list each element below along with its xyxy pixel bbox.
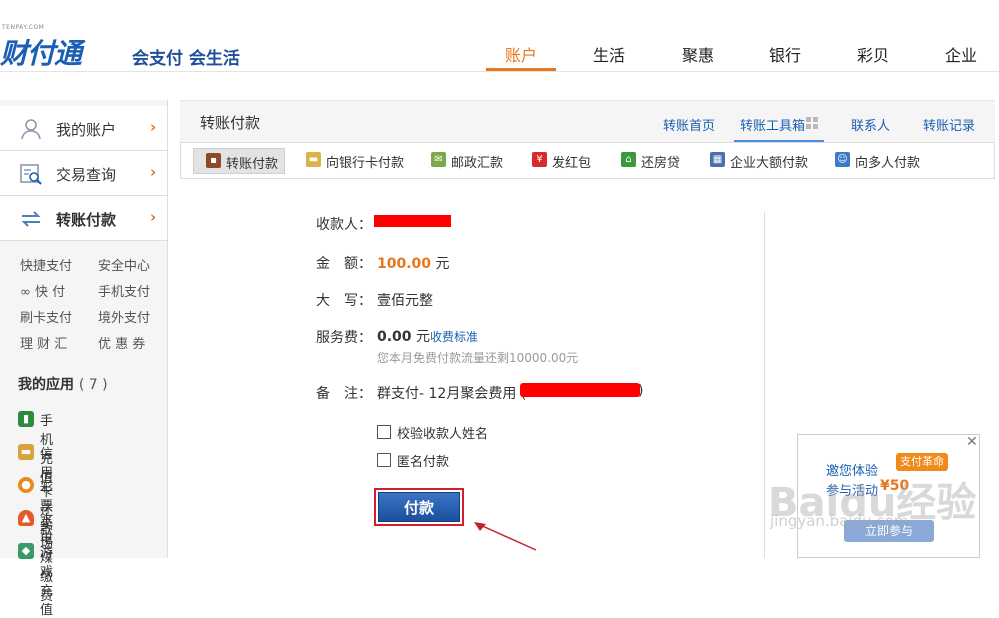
amount-label: 金 额： [316,256,372,272]
flame-icon: ▲ [18,510,34,526]
tab-transfer[interactable]: ▪ 转账付款 [193,148,285,174]
payee-label: 收款人： [316,217,372,233]
uppercase-label: 大 写： [316,293,372,309]
apps-title: 我的应用 [18,377,74,393]
chevron-right-icon: › [150,163,157,181]
app-label: 游戏充值 [40,546,54,618]
anonymous-checkbox[interactable] [377,453,391,467]
remark-redaction [520,383,640,397]
header-divider [0,71,999,72]
fee-hint: 您本月免费付款流量还剩10000.00元 [377,351,579,365]
red-envelope-icon: ¥ [532,152,547,167]
chevron-right-icon: › [150,208,157,226]
sidebar-item-label: 我的账户 [56,121,117,139]
fee-label: 服务费： [316,330,372,346]
nav-bank[interactable]: 银行 [750,42,820,65]
logo-slogan: 会支付 会生活 [132,49,240,69]
promo-badge: 支付革命 [896,453,948,471]
remark-close: ) [638,383,644,399]
nav-life[interactable]: 生活 [574,42,644,65]
nav-caibei[interactable]: 彩贝 [838,42,908,65]
lottery-icon: ● [18,477,34,493]
link-fast-pay[interactable]: ∞ 快 付 [20,281,65,300]
sidebar-item-transfer[interactable]: 转账付款 › [0,196,167,241]
apps-heading: 我的应用 ( 7 ) [18,374,108,394]
amount-unit: 元 [435,256,450,272]
logo-domain: TENPAY.COM [2,24,45,31]
phone-icon: ▮ [18,411,34,427]
tab-label: 转账付款 [226,157,279,172]
link-transfer-toolbox[interactable]: 转账工具箱 [740,115,805,134]
chevron-right-icon: › [150,118,157,136]
house-icon: ⌂ [621,152,636,167]
check-name-label: 校验收款人姓名 [397,427,489,442]
payee-redaction [374,215,451,227]
link-security-center[interactable]: 安全中心 [98,255,150,274]
bank-card-icon: ▬ [306,152,321,167]
logo[interactable]: TENPAY.COM 财付通 会支付 会生活 [0,18,260,70]
sidebar-item-transactions[interactable]: 交易查询 › [0,151,167,196]
tab-bank-card[interactable]: ▬ 向银行卡付款 [306,148,406,172]
logo-text: 财付通 [0,37,82,70]
link-coupons[interactable]: 优 惠 券 [98,333,145,352]
grid-icon[interactable] [806,117,818,129]
pay-button[interactable]: 付款 [378,492,460,522]
tab-label: 企业大额付款 [730,156,809,171]
tab-label: 向多人付款 [855,156,921,171]
anonymous-label: 匿名付款 [397,455,450,470]
gamepad-icon: ◆ [18,543,34,559]
tab-label: 向银行卡付款 [326,156,405,171]
tab-postal[interactable]: ✉ 邮政汇款 [431,148,511,172]
transfer-icon [20,208,42,230]
tab-red-envelope[interactable]: ¥ 发红包 [532,148,602,172]
mail-icon: ✉ [431,152,446,167]
fee-value: 0.00 [377,329,412,345]
group-icon: ☺ [835,152,850,167]
search-list-icon [20,163,42,185]
link-quick-pay[interactable]: 快捷支付 [20,255,72,274]
remark-value: 群支付- 12月聚会费用 ( [377,386,527,402]
tab-label: 发红包 [552,156,592,171]
uppercase-value: 壹佰元整 [377,293,433,309]
nav-enterprise[interactable]: 企业 [926,42,996,65]
fee-standard-link[interactable]: 收费标准 [430,330,478,344]
nav-deals[interactable]: 聚惠 [663,42,733,65]
close-icon[interactable]: ✕ [966,434,978,450]
link-contacts[interactable]: 联系人 [851,115,890,134]
nav-account[interactable]: 账户 [486,42,556,65]
apps-count: ( 7 ) [78,377,108,393]
annotation-arrow-icon [474,522,537,551]
sidebar-item-my-account[interactable]: 我的账户 › [0,106,167,151]
link-card-pay[interactable]: 刷卡支付 [20,307,72,326]
tab-enterprise[interactable]: ▦ 企业大额付款 [710,148,810,172]
tab-label: 邮政汇款 [451,156,504,171]
credit-card-icon: ▬ [18,444,34,460]
amount-value-row: 100.00 元 [377,253,449,273]
link-mobile-pay[interactable]: 手机支付 [98,281,150,300]
link-transfer-home[interactable]: 转账首页 [663,115,715,134]
link-overseas-pay[interactable]: 境外支付 [98,307,150,326]
amount-value: 100.00 [377,256,432,272]
user-icon [20,118,42,140]
tab-mortgage[interactable]: ⌂ 还房贷 [621,148,691,172]
sidebar-item-label: 交易查询 [56,166,117,184]
building-icon: ▦ [710,152,725,167]
page-title: 转账付款 [200,114,261,132]
fee-row: 0.00 元收费标准 [377,326,478,346]
watermark-url: jingyan.baidu.com [770,512,909,530]
link-transfer-records[interactable]: 转账记录 [923,115,975,134]
check-name-checkbox[interactable] [377,425,391,439]
wallet-icon: ▪ [206,153,221,168]
fee-unit: 元 [416,329,430,345]
sidebar-item-label: 转账付款 [56,211,117,229]
link-finance[interactable]: 理 财 汇 [20,333,67,352]
remark-label: 备 注： [316,386,372,402]
tab-multi-pay[interactable]: ☺ 向多人付款 [835,148,925,172]
content-divider [764,212,765,558]
tab-label: 还房贷 [641,156,681,171]
